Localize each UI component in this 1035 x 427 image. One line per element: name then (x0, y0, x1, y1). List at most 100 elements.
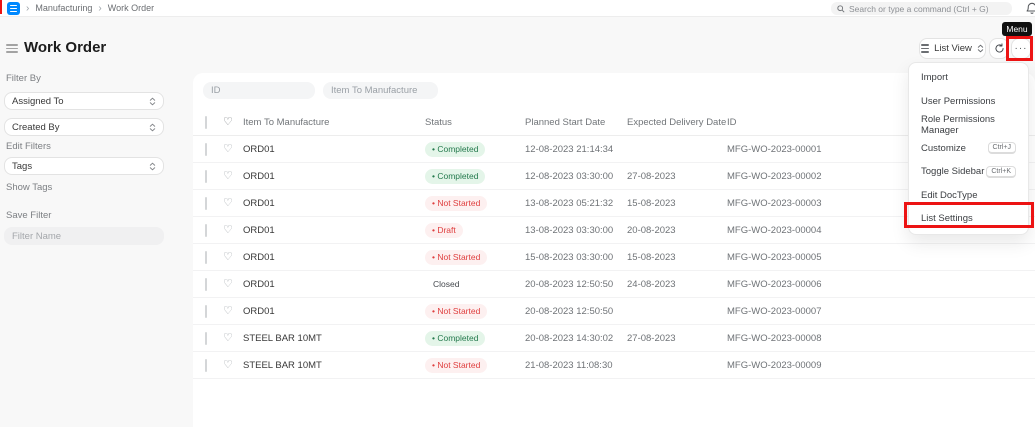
row-planned-start: 21-08-2023 11:08:30 (525, 359, 613, 371)
select-arrows-icon (977, 44, 984, 53)
table-row[interactable]: ♡ ORD01 • Not Started 15-08-2023 03:30:0… (193, 244, 1035, 271)
heart-icon[interactable]: ♡ (223, 224, 243, 236)
tags-label: Tags (12, 160, 33, 172)
menu-item-label: Import (921, 72, 948, 84)
row-checkbox[interactable] (205, 169, 207, 183)
select-arrows-icon (149, 97, 156, 105)
menu-item-user-permissions[interactable]: User Permissions (909, 90, 1028, 114)
erpnext-logo-icon[interactable] (7, 2, 20, 15)
heart-icon[interactable]: ♡ (223, 197, 243, 209)
row-checkbox[interactable] (205, 196, 207, 210)
created-by-select[interactable]: Created By (4, 118, 164, 136)
row-planned-start: 12-08-2023 21:14:34 (525, 143, 614, 155)
column-expected-delivery-date: Expected Delivery Date (627, 117, 727, 128)
global-search[interactable] (831, 2, 1012, 15)
status-badge: • Not Started (425, 303, 488, 319)
row-checkbox[interactable] (205, 142, 207, 156)
table-row[interactable]: ♡ STEEL BAR 10MT • Completed 20-08-2023 … (193, 325, 1035, 352)
heart-icon[interactable]: ♡ (223, 170, 243, 182)
row-checkbox[interactable] (205, 223, 207, 237)
menu-item-label: User Permissions (921, 95, 996, 107)
row-checkbox[interactable] (205, 277, 207, 291)
status-badge: • Completed (425, 168, 486, 184)
menu-item-list-settings[interactable]: List Settings (909, 207, 1028, 231)
assigned-to-label: Assigned To (12, 95, 64, 107)
row-expected-delivery: 20-08-2023 (627, 224, 676, 236)
heart-icon[interactable]: ♡ (223, 251, 243, 263)
show-tags-link[interactable]: Show Tags (6, 182, 52, 193)
sidebar-toggle-icon[interactable] (6, 44, 18, 54)
row-item-link[interactable]: STEEL BAR 10MT (243, 333, 425, 344)
row-expected-delivery: 15-08-2023 (627, 251, 676, 263)
row-item-link[interactable]: ORD01 (243, 279, 425, 290)
filter-by-label: Filter By (6, 73, 41, 84)
save-filter-label: Save Filter (6, 210, 52, 221)
status-badge: • Not Started (425, 195, 488, 211)
navbar: › Manufacturing › Work Order (0, 0, 1035, 17)
select-arrows-icon (149, 123, 156, 131)
row-expected-delivery: 27-08-2023 (627, 332, 676, 344)
menu-item-toggle-sidebar[interactable]: Toggle Sidebar Ctrl+K (909, 160, 1028, 184)
heart-icon[interactable]: ♡ (223, 278, 243, 290)
row-item-link[interactable]: ORD01 (243, 171, 425, 182)
row-checkbox[interactable] (205, 250, 207, 264)
row-checkbox[interactable] (205, 358, 207, 372)
menu-item-label: Toggle Sidebar (921, 166, 985, 178)
heart-icon[interactable]: ♡ (223, 143, 243, 155)
row-planned-start: 15-08-2023 03:30:00 (525, 251, 614, 263)
row-item-link[interactable]: STEEL BAR 10MT (243, 360, 425, 371)
menu-item-customize[interactable]: Customize Ctrl+J (909, 137, 1028, 161)
table-row[interactable]: ♡ ORD01 • Not Started 20-08-2023 12:50:5… (193, 298, 1035, 325)
breadcrumb: › Manufacturing › Work Order (26, 0, 154, 16)
filter-name-input[interactable] (4, 227, 164, 245)
table-row[interactable]: ♡ STEEL BAR 10MT • Not Started 21-08-202… (193, 352, 1035, 379)
status-badge: Closed (433, 279, 460, 289)
search-input[interactable] (849, 3, 1006, 14)
menu-ellipsis-button[interactable]: ··· (1011, 38, 1031, 59)
row-checkbox[interactable] (205, 331, 207, 345)
menu-item-label: List Settings (921, 213, 973, 225)
tags-select[interactable]: Tags (4, 157, 164, 175)
heart-icon[interactable]: ♡ (223, 332, 243, 344)
keyboard-shortcut-badge: Ctrl+J (987, 142, 1016, 155)
row-planned-start: 13-08-2023 03:30:00 (525, 224, 614, 236)
assigned-to-select[interactable]: Assigned To (4, 92, 164, 110)
list-view-icon (921, 44, 930, 53)
list-view-button[interactable]: List View (919, 38, 986, 59)
row-checkbox[interactable] (205, 304, 207, 318)
item-filter-input[interactable] (323, 82, 438, 99)
menu-item-label: Role Permissions Manager (921, 113, 995, 136)
row-id: MFG-WO-2023-00006 (727, 278, 822, 290)
menu-item-import[interactable]: Import (909, 66, 1028, 90)
breadcrumb-item-manufacturing[interactable]: Manufacturing (35, 3, 92, 13)
search-icon (837, 4, 845, 13)
refresh-button[interactable] (989, 38, 1009, 59)
heart-icon[interactable]: ♡ (223, 117, 243, 128)
bell-icon[interactable] (1025, 2, 1035, 15)
status-badge: • Completed (425, 141, 486, 157)
id-filter-input[interactable] (203, 82, 315, 99)
row-item-link[interactable]: ORD01 (243, 225, 425, 236)
edit-filters-link[interactable]: Edit Filters (6, 141, 51, 152)
keyboard-shortcut-badge: Ctrl+K (986, 165, 1016, 178)
refresh-icon (995, 43, 1004, 53)
status-badge: • Draft (425, 222, 463, 238)
heart-icon[interactable]: ♡ (223, 359, 243, 371)
row-planned-start: 20-08-2023 12:50:50 (525, 305, 614, 317)
menu-item-role-permissions-manager[interactable]: Role Permissions Manager (909, 113, 1028, 137)
status-badge: • Not Started (425, 357, 488, 373)
heart-icon[interactable]: ♡ (223, 305, 243, 317)
row-item-link[interactable]: ORD01 (243, 252, 425, 263)
row-id: MFG-WO-2023-00009 (727, 359, 822, 371)
breadcrumb-item-work-order[interactable]: Work Order (108, 3, 154, 13)
table-row[interactable]: ♡ ORD01 Closed 20-08-2023 12:50:50 24-08… (193, 271, 1035, 298)
row-expected-delivery: 15-08-2023 (627, 197, 676, 209)
menu-item-edit-doctype[interactable]: Edit DocType (909, 184, 1028, 208)
row-item-link[interactable]: ORD01 (243, 144, 425, 155)
column-status: Status (425, 117, 452, 128)
chevron-right-icon: › (98, 2, 102, 14)
status-badge: • Not Started (425, 249, 488, 265)
row-item-link[interactable]: ORD01 (243, 198, 425, 209)
select-all-checkbox[interactable] (205, 116, 207, 129)
row-item-link[interactable]: ORD01 (243, 306, 425, 317)
